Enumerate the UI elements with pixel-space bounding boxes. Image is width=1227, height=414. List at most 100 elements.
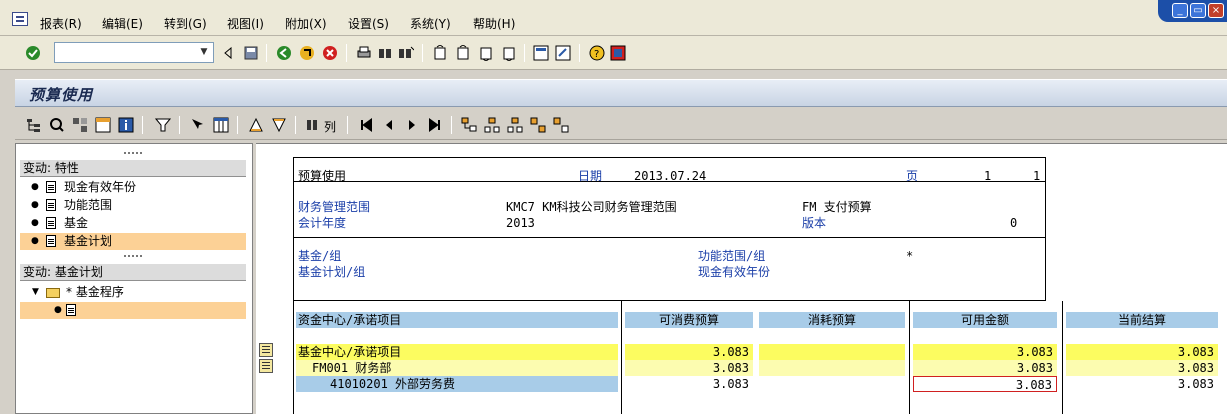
table-row-name[interactable]: 41010201 外部劳务费	[296, 376, 618, 392]
back-triangle-icon[interactable]	[220, 45, 236, 61]
document-icon	[46, 181, 56, 193]
previous-page-icon[interactable]	[455, 45, 471, 61]
menu-goto[interactable]: 转到(G)	[164, 15, 207, 32]
fiscal-year-label: 会计年度	[298, 216, 347, 230]
customize-layout-icon[interactable]	[610, 45, 626, 61]
save-icon[interactable]	[243, 45, 259, 61]
table-cell-consumed	[759, 360, 905, 376]
column-width-icon[interactable]	[306, 117, 322, 133]
first-icon[interactable]	[358, 117, 374, 133]
tree-subnode-icon[interactable]	[553, 117, 569, 133]
help-icon[interactable]: ?	[589, 45, 605, 61]
restore-button[interactable]: ▭	[1190, 3, 1206, 18]
table-cell-current: 3.083	[1066, 360, 1218, 376]
title-bar: 预算使用	[15, 79, 1227, 107]
expand-row-icon[interactable]	[259, 359, 273, 373]
date-value: 2013.07.24	[634, 169, 707, 183]
columns-label[interactable]: 列	[324, 118, 336, 135]
column-header-fund-center[interactable]: 资金中心/承诺项目	[296, 312, 618, 328]
column-header-current-settlement[interactable]: 当前结算	[1066, 312, 1218, 328]
back-icon[interactable]	[276, 45, 292, 61]
separator	[422, 44, 423, 62]
table-cell-consumable: 3.083	[712, 377, 749, 391]
expand-triangle-icon[interactable]: ▼	[32, 284, 39, 301]
menu-report[interactable]: 报表(R)	[40, 15, 82, 32]
column-header-consumable-budget[interactable]: 可消费预算	[625, 312, 753, 328]
column-header-available-amount[interactable]: 可用金额	[913, 312, 1057, 328]
menu-settings[interactable]: 设置(S)	[348, 15, 389, 32]
separator	[179, 116, 180, 134]
command-field[interactable]: ▼	[54, 42, 214, 63]
tree-expand-icon[interactable]	[461, 117, 477, 133]
table-cell-available: 3.083	[913, 344, 1057, 360]
splitter-grip[interactable]	[124, 152, 142, 156]
last-icon[interactable]	[427, 117, 443, 133]
shortcut-icon[interactable]	[555, 45, 571, 61]
structure-icon[interactable]	[72, 117, 88, 133]
version-label: 版本	[802, 216, 827, 230]
tree-item-cash-year[interactable]: ● 现金有效年份	[20, 179, 246, 196]
new-session-icon[interactable]	[533, 45, 549, 61]
table-cell-current: 3.083	[1066, 344, 1218, 360]
menu-bar: 报表(R) 编辑(E) 转到(G) 视图(I) 附加(X) 设置(S) 系统(Y…	[0, 0, 1227, 36]
separator	[347, 116, 348, 134]
menu-help[interactable]: 帮助(H)	[473, 15, 515, 32]
column-header-consumed-budget[interactable]: 消耗预算	[759, 312, 905, 328]
dropdown-arrow-icon[interactable]: ▼	[197, 45, 211, 60]
expand-row-icon[interactable]	[259, 343, 273, 357]
next-page-icon[interactable]	[478, 45, 494, 61]
tree-node-icon[interactable]	[530, 117, 546, 133]
report-area: 预算使用 日期 2013.07.24 页 1 1 财务管理范围 KMC7 KM科…	[256, 143, 1227, 414]
splitter-grip[interactable]	[124, 255, 142, 259]
last-page-icon[interactable]	[501, 45, 517, 61]
close-button[interactable]: ×	[1208, 3, 1224, 18]
info-icon[interactable]	[118, 117, 134, 133]
func-area-group-label: 功能范围/组	[698, 249, 766, 263]
cancel-icon[interactable]	[322, 45, 338, 61]
tree-folder-fund-program[interactable]: ▼ * 基金程序	[20, 284, 246, 301]
table-cell-consumed	[759, 344, 905, 360]
minimize-button[interactable]: _	[1172, 3, 1188, 18]
table-cell-consumable: 3.083	[625, 360, 753, 376]
hierarchy-icon[interactable]	[26, 117, 42, 133]
find-next-icon[interactable]	[398, 45, 414, 61]
enter-checkmark-icon[interactable]	[25, 45, 41, 61]
columns-icon[interactable]	[213, 117, 229, 133]
table-cell-current: 3.083	[1177, 377, 1214, 391]
version-value: 0	[1010, 216, 1018, 230]
system-menu-icon[interactable]	[12, 12, 28, 26]
search-icon[interactable]	[49, 117, 65, 133]
layout-icon[interactable]	[95, 117, 111, 133]
print-icon[interactable]	[356, 45, 372, 61]
select-icon[interactable]	[190, 117, 206, 133]
menu-edit[interactable]: 编辑(E)	[102, 15, 143, 32]
exit-icon[interactable]	[299, 45, 315, 61]
menu-extras[interactable]: 附加(X)	[285, 15, 327, 32]
sort-descending-icon[interactable]	[271, 117, 287, 133]
fm-area-value: KMC7 KM科技公司财务管理范围	[506, 200, 677, 214]
table-cell-available[interactable]: 3.083	[913, 376, 1057, 392]
first-page-icon[interactable]	[432, 45, 448, 61]
table-row-name: 基金中心/承诺项目	[296, 344, 618, 360]
document-icon	[46, 217, 56, 229]
fund-group-label: 基金/组	[298, 249, 342, 263]
tree-item-fund[interactable]: ● 基金	[20, 215, 246, 232]
tree-item-fund-plan[interactable]: ● 基金计划	[20, 233, 246, 250]
menu-view[interactable]: 视图(I)	[227, 15, 264, 32]
menu-system[interactable]: 系统(Y)	[410, 15, 451, 32]
characteristics-header: 变动: 特性	[20, 160, 246, 177]
fm-area-label: 财务管理范围	[298, 200, 371, 214]
svg-text:?: ?	[594, 49, 599, 60]
tree-item-functional-area[interactable]: ● 功能范围	[20, 197, 246, 214]
filter-icon[interactable]	[155, 117, 171, 133]
sort-icon[interactable]	[248, 117, 264, 133]
tree-level-icon[interactable]	[507, 117, 523, 133]
tree-item-empty[interactable]: ●	[20, 302, 246, 319]
previous-icon[interactable]	[381, 117, 397, 133]
separator	[524, 44, 525, 62]
find-icon[interactable]	[377, 45, 393, 61]
document-icon	[46, 235, 56, 247]
table-row-name: FM001 财务部	[296, 360, 618, 376]
tree-collapse-icon[interactable]	[484, 117, 500, 133]
next-icon[interactable]	[404, 117, 420, 133]
